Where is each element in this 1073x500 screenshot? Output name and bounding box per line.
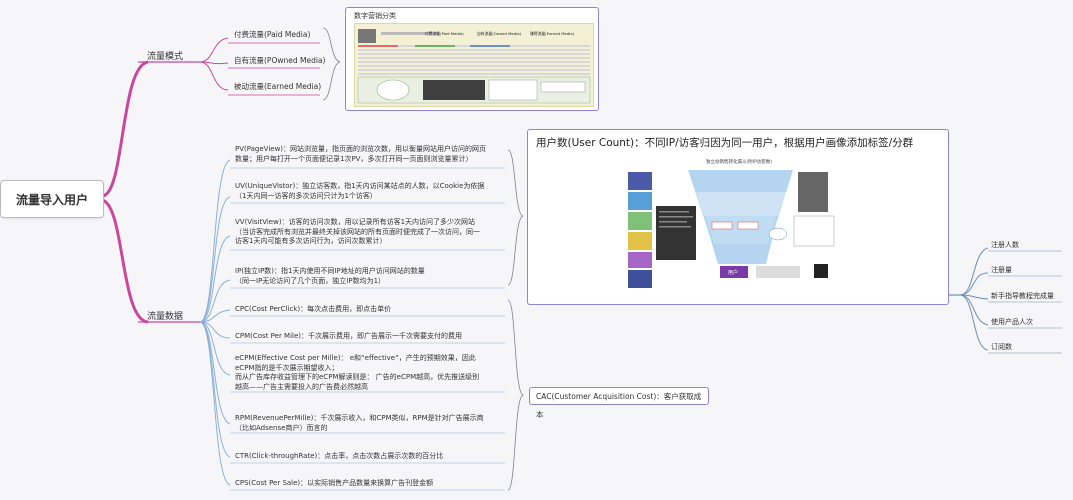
digital-marketing-box[interactable]: 数字营销分类 付费流量(Paid Media) 自有流量(Owned Media… [345, 7, 599, 111]
metric-cpm[interactable]: CPM(Cost Per Mile)：千次展示费用，即广告展示一千次需要支付的费… [235, 332, 462, 342]
metric-ecpm-line: 越高——广告主需要投入的广告费必然越高 [235, 382, 368, 391]
table-header-earned: 赚得流量(Earned Media) [530, 31, 575, 36]
user-count-heading: 用户数(User Count)：不同IP/访客归因为同一用户，根据用户画像添加标… [536, 137, 914, 149]
user-metric-tutorial-completions[interactable]: 新手指导教程完成量 [991, 291, 1054, 301]
connector-root-traffic-mode [101, 60, 149, 198]
metric-ecpm-line: eCPM指的是千次展示期望收入； [235, 363, 339, 372]
qr-code-icon [814, 264, 828, 278]
metric-vv-line: （当访客完成所有浏览并最终关掉该网站的所有页面时便完成了一次访问，同一 [235, 227, 480, 236]
node-cac[interactable]: CAC(Customer Acquisition Cost)：客户获取成本 [529, 387, 709, 419]
funnel-title: 独立站销售转化漏斗(附IP访客数) [706, 158, 772, 165]
funnel-center-label: 用户 [728, 269, 738, 276]
metric-pv-line: PV(PageView)：网站浏览量，指页面的浏览次数，用以衡量网站用户访问的网… [235, 145, 487, 153]
metric-ecpm-line: 而从广告库存收益管理下的eCPM解读则是： 广告的eCPM越高，优先推送级别 [235, 373, 480, 381]
metric-cpc-line: CPC(Cost PerClick)：每次点击费用，即点击单价 [235, 305, 392, 313]
metric-ip-line: （同一IP无论访问了几个页面，独立IP数均为1） [235, 276, 386, 285]
metric-rpm-line: RPM(RevenuePerMille)：千次展示收入，和CPM类似，RPM是针… [235, 414, 484, 422]
metric-cps[interactable]: CPS(Cost Per Sale)：以实际销售产品数量来换算广告刊登金额 [235, 479, 433, 489]
metric-pv-line: 数量；用户每打开一个页面便记录1次PV，多次打开同一页面则浏览量累计） [235, 154, 473, 163]
metric-ctr-line: CTR(Click-throughRate)：点击率，点击次数占展示次数的百分比 [235, 452, 444, 460]
sales-funnel-image: 独立站销售转化漏斗(附IP访客数) 用户 [618, 154, 856, 298]
metric-cps-line: CPS(Cost Per Sale)：以实际销售产品数量来换算广告刊登金额 [235, 479, 434, 487]
metric-ip-line: IP(独立IP数)：指1天内使用不同IP地址的用户访问网站的数量 [235, 267, 425, 275]
metric-uv-line: （1天内同一访客的多次访问只计为1个访客） [235, 191, 377, 200]
metric-vv-line: 访客1天内可能有多次访问行为，访问次数累计） [235, 237, 387, 245]
node-paid-media[interactable]: 付费流量(Paid Media) [234, 30, 310, 40]
metric-rpm[interactable]: RPM(RevenuePerMille)：千次展示收入，和CPM类似，RPM是针… [235, 414, 484, 433]
user-metric-signups[interactable]: 注册人数 [991, 240, 1019, 250]
metric-ctr[interactable]: CTR(Click-throughRate)：点击率，点击次数占展示次数的百分比 [235, 452, 443, 462]
metric-ip[interactable]: IP(独立IP数)：指1天内使用不同IP地址的用户访问网站的数量 （同一IP无论… [235, 267, 425, 286]
metric-cpc[interactable]: CPC(Cost PerClick)：每次点击费用，即点击单价 [235, 305, 391, 315]
root-node[interactable]: 流量导入用户 [0, 180, 104, 218]
table-header-paid: 付费流量(Paid Media) [425, 31, 464, 36]
metric-vv[interactable]: VV(VisitView)：访客的访问次数，用以记录所有访客1天内访问了多少次网… [235, 218, 480, 247]
branch-traffic-data[interactable]: 流量数据 [147, 309, 183, 322]
metric-uv[interactable]: UV(UniqueVistor)：独立访客数，指1天内访问某站点的人数，以Coo… [235, 182, 484, 201]
user-metric-product-usage[interactable]: 使用产品人次 [991, 317, 1033, 327]
node-earned-media[interactable]: 被动流量(Earned Media) [234, 82, 321, 92]
user-metric-registrations[interactable]: 注册量 [991, 265, 1012, 275]
digital-box-title: 数字营销分类 [354, 12, 396, 20]
metric-uv-line: UV(UniqueVistor)：独立访客数，指1天内访问某站点的人数，以Coo… [235, 182, 485, 190]
metric-vv-line: VV(VisitView)：访客的访问次数，用以记录所有访客1天内访问了多少次网… [235, 218, 476, 226]
branch-traffic-mode[interactable]: 流量模式 [147, 49, 183, 62]
metric-ecpm[interactable]: eCPM(Effective Cost per Mille)： e和“effec… [235, 354, 479, 392]
media-logo-icon [358, 29, 376, 43]
table-header-owned: 自有流量(Owned Media) [477, 31, 522, 36]
digital-marketing-image: 付费流量(Paid Media) 自有流量(Owned Media) 赚得流量(… [354, 23, 594, 107]
metric-ecpm-line: eCPM(Effective Cost per Mille)： e和“effec… [235, 354, 476, 362]
connector-root-traffic-data [101, 198, 149, 324]
user-metric-subscriptions[interactable]: 订阅数 [991, 342, 1012, 352]
metric-rpm-line: （比如Adsense商户）而言的 [235, 423, 328, 432]
metric-pv[interactable]: PV(PageView)：网站浏览量，指页面的浏览次数，用以衡量网站用户访问的网… [235, 145, 486, 164]
user-count-panel[interactable]: 用户数(User Count)：不同IP/访客归因为同一用户，根据用户画像添加标… [527, 129, 949, 305]
metric-cpm-line: CPM(Cost Per Mile)：千次展示费用，即广告展示一千次需要支付的费… [235, 332, 463, 340]
node-owned-media[interactable]: 自有流量(POwned Media) [234, 56, 325, 66]
